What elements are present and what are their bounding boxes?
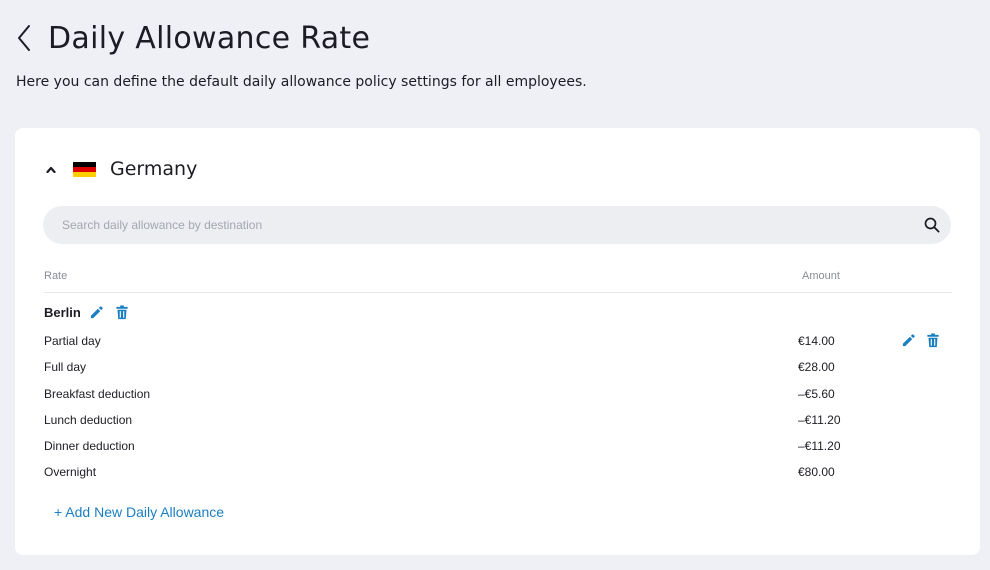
- city-name: Berlin: [44, 304, 81, 320]
- table-row: Breakfast deduction –€5.60: [44, 383, 952, 409]
- country-card: Germany Rate Amount Berlin: [15, 128, 980, 555]
- pencil-icon: [902, 333, 915, 346]
- chevron-left-icon: [18, 25, 30, 51]
- rate-label: Dinner deduction: [44, 439, 135, 454]
- search-input[interactable]: [43, 206, 923, 244]
- trash-icon: [116, 304, 128, 319]
- search-icon[interactable]: [923, 216, 941, 234]
- city-group-header: Berlin: [44, 303, 139, 321]
- rate-label: Full day: [44, 360, 87, 375]
- collapse-button[interactable]: [45, 163, 57, 175]
- trash-icon: [927, 332, 939, 347]
- add-daily-allowance-link[interactable]: + Add New Daily Allowance: [54, 504, 224, 520]
- edit-row-button[interactable]: [900, 332, 916, 348]
- rate-label: Lunch deduction: [44, 412, 133, 427]
- page-description: Here you can define the default daily al…: [16, 74, 587, 90]
- table-row: Lunch deduction –€11.20: [44, 409, 952, 435]
- edit-city-button[interactable]: [89, 304, 105, 320]
- delete-row-button[interactable]: [925, 332, 941, 348]
- germany-flag-icon: [73, 161, 96, 177]
- title-row: Daily Allowance Rate: [16, 16, 976, 60]
- page-title: Daily Allowance Rate: [48, 20, 371, 56]
- table-row: Full day €28.00: [44, 356, 952, 382]
- rate-amount: –€5.60: [798, 386, 835, 401]
- rate-amount: €14.00: [798, 334, 835, 348]
- search-bar: [43, 206, 951, 244]
- rate-label: Overnight: [44, 465, 97, 480]
- rate-amount: €80.00: [798, 465, 835, 480]
- table-row: Overnight €80.00: [44, 461, 952, 487]
- chevron-up-icon: [46, 166, 56, 173]
- row-actions: [900, 332, 950, 348]
- column-header-amount: Amount: [802, 270, 840, 282]
- rate-label: Breakfast deduction: [44, 386, 151, 401]
- country-name: Germany: [110, 158, 198, 180]
- rate-list: Partial day €14.00 Full day €28.00 Break…: [44, 330, 952, 488]
- rate-amount: –€11.20: [798, 412, 841, 427]
- country-header[interactable]: Germany: [45, 156, 197, 182]
- page-header: Daily Allowance Rate Here you can define…: [16, 16, 976, 91]
- rate-amount: €28.00: [798, 360, 835, 375]
- flag-stripe-gold: [73, 171, 96, 177]
- rate-label: Partial day: [44, 334, 101, 348]
- table-row: Dinner deduction –€11.20: [44, 435, 952, 461]
- table-row: Partial day €14.00: [44, 330, 952, 356]
- pencil-icon: [91, 305, 104, 318]
- rate-amount: –€11.20: [798, 439, 841, 454]
- table-header: Rate Amount: [44, 268, 952, 293]
- back-button[interactable]: [16, 22, 38, 54]
- delete-city-button[interactable]: [114, 304, 130, 320]
- column-header-rate: Rate: [44, 270, 68, 282]
